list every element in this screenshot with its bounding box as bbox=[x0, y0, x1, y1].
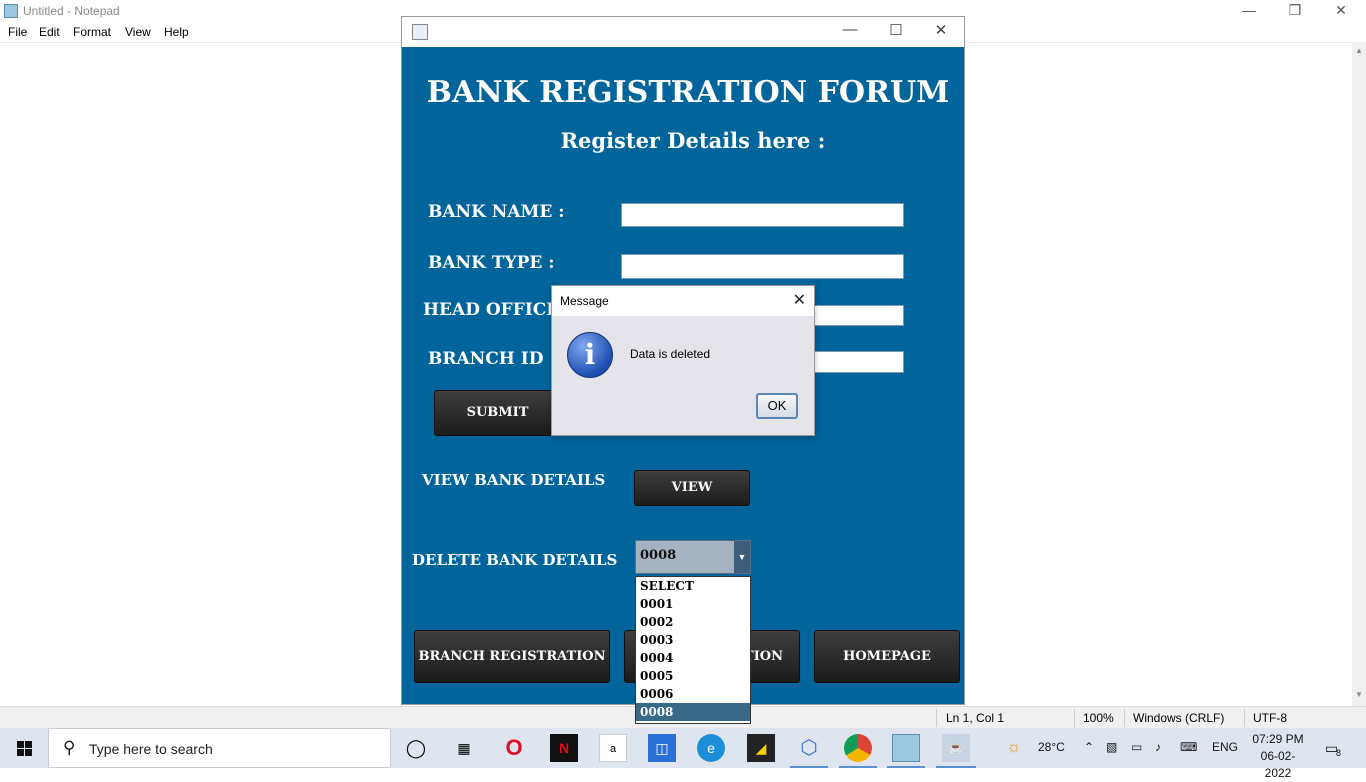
restore-button[interactable]: ❐ bbox=[1272, 0, 1318, 22]
dropdown-option[interactable]: 0003 bbox=[636, 631, 750, 649]
status-divider bbox=[1124, 709, 1125, 727]
dropdown-option[interactable]: 0005 bbox=[636, 667, 750, 685]
status-line-endings: Windows (CRLF) bbox=[1133, 711, 1225, 725]
ok-button[interactable]: OK bbox=[756, 393, 798, 419]
keyboard-icon[interactable]: ⌨ bbox=[1180, 740, 1197, 754]
dropdown-option[interactable]: SELECT bbox=[636, 577, 750, 595]
status-encoding: UTF-8 bbox=[1253, 711, 1287, 725]
combo-dropdown-list: SELECT 0001 0002 0003 0004 0005 0006 000… bbox=[635, 576, 751, 724]
delete-bank-details-label: DELETE BANK DETAILS bbox=[412, 551, 618, 569]
weather-icon[interactable]: ☼ bbox=[1006, 737, 1022, 757]
bank-name-label: BANK NAME : bbox=[428, 202, 565, 222]
notepad-icon[interactable] bbox=[892, 734, 920, 762]
vertical-scrollbar[interactable]: ▲ ▼ bbox=[1352, 42, 1366, 706]
java-icon[interactable]: ☕ bbox=[942, 734, 970, 762]
store-icon[interactable]: ◫ bbox=[648, 734, 676, 762]
sticky-notes-icon[interactable]: ◢ bbox=[747, 734, 775, 762]
menu-help[interactable]: Help bbox=[164, 25, 189, 39]
language-indicator[interactable]: ENG bbox=[1212, 740, 1238, 754]
view-button[interactable]: VIEW bbox=[634, 470, 750, 506]
clock-time: 07:29 PM bbox=[1252, 732, 1304, 746]
virtualbox-icon[interactable]: ⬡ bbox=[795, 734, 823, 762]
branch-id-label: BRANCH ID : bbox=[428, 349, 556, 369]
notification-count: 8 bbox=[1336, 748, 1342, 758]
dialog-message: Data is deleted bbox=[630, 347, 711, 361]
message-dialog: Message ✕ i Data is deleted OK bbox=[551, 285, 815, 436]
chevron-down-icon[interactable]: ▼ bbox=[734, 541, 750, 573]
netflix-icon[interactable]: N bbox=[550, 734, 578, 762]
minimize-button[interactable]: — bbox=[1226, 0, 1272, 22]
bank-type-input[interactable] bbox=[621, 254, 904, 279]
page-subtitle: Register Details here : bbox=[560, 128, 826, 153]
dropdown-option[interactable]: 0002 bbox=[636, 613, 750, 631]
dialog-title: Message bbox=[560, 294, 609, 308]
weather-temp[interactable]: 28°C bbox=[1038, 740, 1065, 754]
bank-name-input[interactable] bbox=[621, 203, 904, 227]
cortana-icon[interactable]: ◯ bbox=[402, 734, 430, 762]
notepad-icon bbox=[4, 4, 18, 18]
scroll-down-icon[interactable]: ▼ bbox=[1355, 690, 1363, 699]
search-placeholder: Type here to search bbox=[89, 741, 213, 757]
windows-icon bbox=[17, 741, 32, 756]
task-view-icon[interactable]: ▦ bbox=[450, 734, 478, 762]
scroll-up-icon[interactable]: ▲ bbox=[1355, 46, 1363, 55]
chrome-icon[interactable] bbox=[844, 734, 872, 762]
menu-file[interactable]: File bbox=[8, 25, 27, 39]
combo-selected-value: 0008 bbox=[640, 548, 677, 563]
edge-icon[interactable]: e bbox=[697, 734, 725, 762]
volume-icon[interactable]: ♪ bbox=[1155, 740, 1161, 754]
dropdown-option[interactable]: 0006 bbox=[636, 685, 750, 703]
clock-date: 06-02-2022 bbox=[1260, 749, 1296, 780]
opera-icon[interactable]: O bbox=[500, 734, 528, 762]
window-maximize-button[interactable]: ☐ bbox=[876, 21, 916, 39]
menu-view[interactable]: View bbox=[125, 25, 151, 39]
head-office-label: HEAD OFFICE bbox=[423, 300, 560, 320]
java-icon bbox=[412, 24, 428, 40]
branch-registration-button[interactable]: BRANCH REGISTRATION bbox=[414, 630, 610, 683]
info-icon: i bbox=[567, 332, 613, 378]
page-title: BANK REGISTRATION FORUM bbox=[426, 75, 950, 110]
bank-type-label: BANK TYPE : bbox=[428, 253, 555, 273]
dialog-titlebar: Message ✕ bbox=[552, 286, 814, 316]
status-divider bbox=[936, 709, 937, 727]
delete-bank-combo[interactable]: 0008 ▼ bbox=[635, 540, 751, 574]
status-divider bbox=[1074, 709, 1075, 727]
taskbar-search[interactable]: ⚲ Type here to search bbox=[48, 728, 391, 768]
homepage-button[interactable]: HOMEPAGE bbox=[814, 630, 960, 683]
dialog-close-icon[interactable]: ✕ bbox=[793, 290, 806, 310]
amazon-icon[interactable]: a bbox=[599, 734, 627, 762]
submit-button[interactable]: SUBMIT bbox=[434, 390, 561, 436]
menu-edit[interactable]: Edit bbox=[39, 25, 60, 39]
battery-icon[interactable]: ▭ bbox=[1131, 740, 1142, 754]
status-divider bbox=[1244, 709, 1245, 727]
notepad-title: Untitled - Notepad bbox=[23, 4, 120, 18]
taskbar: ⚲ Type here to search ◯ ▦ O N a ◫ e ◢ ⬡ … bbox=[0, 728, 1366, 780]
menu-format[interactable]: Format bbox=[73, 25, 111, 39]
dropdown-option[interactable]: 0004 bbox=[636, 649, 750, 667]
window-titlebar: — ☐ ✕ bbox=[402, 17, 964, 47]
start-button[interactable] bbox=[0, 728, 48, 768]
dropdown-option[interactable]: 0001 bbox=[636, 595, 750, 613]
view-bank-details-label: VIEW BANK DETAILS bbox=[422, 471, 606, 489]
dropdown-option-selected[interactable]: 0008 bbox=[636, 703, 750, 721]
status-position: Ln 1, Col 1 bbox=[946, 711, 1005, 725]
window-close-button[interactable]: ✕ bbox=[921, 21, 961, 39]
search-icon: ⚲ bbox=[63, 738, 76, 757]
window-minimize-button[interactable]: — bbox=[830, 21, 870, 38]
chevron-up-icon[interactable]: ⌃ bbox=[1084, 740, 1094, 754]
clock[interactable]: 07:29 PM 06-02-2022 bbox=[1249, 731, 1307, 782]
status-zoom: 100% bbox=[1083, 711, 1114, 725]
network-icon[interactable]: ▧ bbox=[1106, 740, 1117, 754]
close-button[interactable]: ✕ bbox=[1318, 0, 1364, 22]
